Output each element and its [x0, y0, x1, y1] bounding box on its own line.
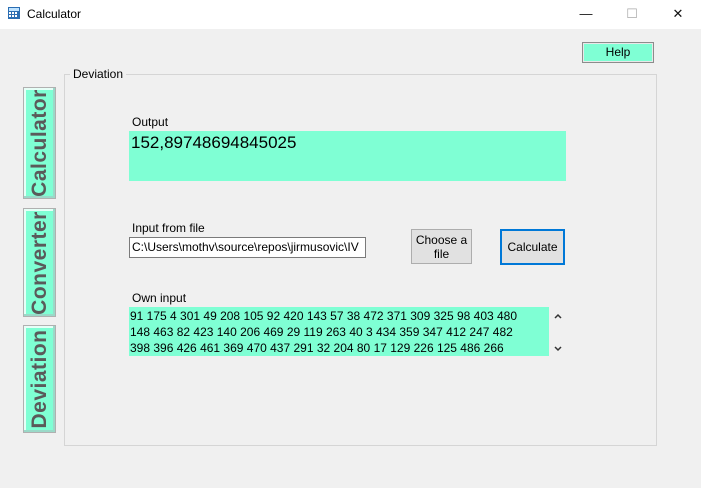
help-button[interactable]: Help: [582, 42, 654, 63]
tab-converter-label: Converter: [27, 210, 51, 315]
own-input-line: 148 463 82 423 140 206 469 29 119 263 40…: [130, 325, 513, 339]
tab-deviation-label: Deviation: [27, 329, 51, 429]
own-input-label: Own input: [132, 291, 187, 305]
minimize-button[interactable]: —: [563, 0, 609, 29]
close-button[interactable]: ✕: [655, 0, 701, 29]
tab-calculator[interactable]: Calculator: [23, 87, 56, 199]
calculator-icon: [8, 7, 20, 19]
chevron-down-icon[interactable]: [552, 343, 564, 355]
chevron-up-icon[interactable]: [552, 310, 564, 322]
tab-converter[interactable]: Converter: [23, 208, 56, 317]
groupbox-title: Deviation: [70, 67, 127, 81]
maximize-button[interactable]: ☐: [609, 0, 655, 29]
tab-calculator-label: Calculator: [27, 89, 51, 197]
choose-file-button[interactable]: Choose a file: [411, 229, 472, 264]
input-file-label: Input from file: [132, 221, 205, 235]
output-label: Output: [132, 115, 169, 129]
own-input-line: 398 396 426 461 369 470 437 291 32 204 8…: [130, 341, 504, 355]
own-input-line: 91 175 4 301 49 208 105 92 420 143 57 38…: [130, 309, 518, 323]
choose-file-label-line1: Choose a: [415, 233, 468, 247]
choose-file-label-line2: file: [433, 247, 450, 261]
file-path-field[interactable]: C:\Users\mothv\source\repos\jirmusovic\I…: [129, 237, 366, 258]
title-bar: Calculator — ☐ ✕: [0, 0, 701, 29]
own-input-textarea[interactable]: 91 175 4 301 49 208 105 92 420 143 57 38…: [129, 307, 549, 356]
window-title: Calculator: [27, 7, 82, 21]
tab-deviation[interactable]: Deviation: [23, 325, 56, 433]
deviation-groupbox: [64, 74, 657, 446]
calculate-button[interactable]: Calculate: [500, 229, 565, 265]
output-display: 152,89748694845025: [129, 131, 566, 181]
